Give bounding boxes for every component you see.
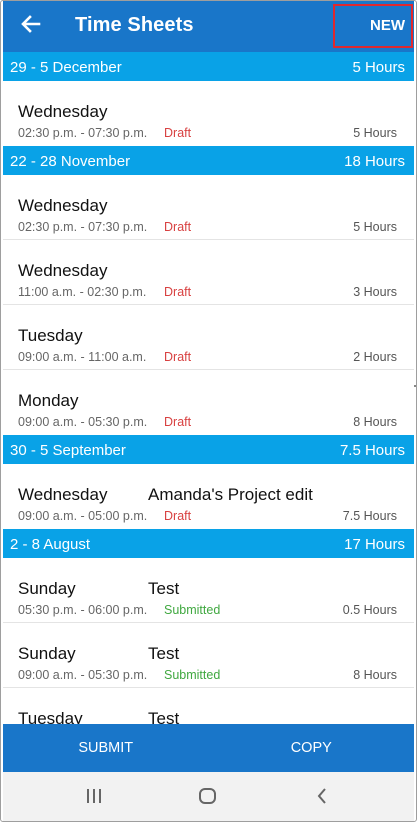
timesheet-entry[interactable]: Wednesday 02:30 p.m. - 07:30 p.m. Draft 5 H… xyxy=(3,81,414,146)
entry-status: Submitted xyxy=(164,668,221,682)
entry-project: Test xyxy=(148,709,180,724)
home-icon[interactable] xyxy=(195,784,221,808)
week-header: 2 - 8 August 17 Hours xyxy=(3,529,414,558)
entry-status: Draft xyxy=(164,220,192,234)
entry-status: Submitted xyxy=(164,603,221,617)
week-total-hours: 18 Hours xyxy=(344,152,405,170)
week-range: 30 - 5 September xyxy=(10,441,126,459)
entry-day: Wednesday xyxy=(18,196,108,215)
timesheet-entry[interactable]: Tuesday Test xyxy=(3,688,414,724)
entry-status: Draft xyxy=(164,415,192,429)
week-header: 22 - 28 November 18 Hours xyxy=(3,146,414,175)
week-total-hours: 17 Hours xyxy=(344,535,405,553)
entry-day: Monday xyxy=(18,391,79,410)
new-button[interactable]: NEW xyxy=(333,4,413,48)
timesheet-entry[interactable]: Sunday Test 05:30 p.m. - 06:00 p.m. Submitt… xyxy=(3,558,414,623)
timesheet-entry[interactable]: Wednesday Amanda's Project edit 09:00 a.m.… xyxy=(3,464,414,529)
entry-status: Draft xyxy=(164,509,192,523)
timesheet-entry[interactable]: Wednesday 02:30 p.m. - 07:30 p.m. Draft 5 H… xyxy=(3,175,414,240)
nav-back-icon[interactable] xyxy=(309,784,335,808)
timesheet-entry[interactable]: Sunday Test 09:00 a.m. - 05:30 p.m. Submitt… xyxy=(3,623,414,688)
entry-time-range: 02:30 p.m. - 07:30 p.m. xyxy=(18,220,148,234)
entry-time-range: 09:00 a.m. - 05:00 p.m. xyxy=(18,509,148,523)
week-header: 29 - 5 December 5 Hours xyxy=(3,52,414,81)
entry-day: Wednesday xyxy=(18,261,108,280)
entry-day: Sunday xyxy=(18,579,76,598)
entry-day: Wednesday xyxy=(18,485,108,504)
entry-status: Draft xyxy=(164,350,192,364)
entry-status: Draft xyxy=(164,126,192,140)
entry-time-range: 02:30 p.m. - 07:30 p.m. xyxy=(18,126,148,140)
submit-button[interactable]: SUBMIT xyxy=(3,724,209,772)
entry-time-range: 09:00 a.m. - 11:00 a.m. xyxy=(18,350,147,364)
phone-frame: Time Sheets NEW 29 - 5 December 5 Hours We… xyxy=(0,0,417,822)
action-bar: SUBMIT COPY xyxy=(3,724,414,772)
entry-time-range: 11:00 a.m. - 02:30 p.m. xyxy=(18,285,147,299)
entry-time-range: 05:30 p.m. - 06:00 p.m. xyxy=(18,603,148,617)
entry-hours: 0.5 Hours xyxy=(342,603,397,617)
recents-icon[interactable] xyxy=(81,784,107,808)
page-title: Time Sheets xyxy=(75,14,194,36)
week-total-hours: 7.5 Hours xyxy=(339,441,405,459)
week-range: 2 - 8 August xyxy=(10,535,91,553)
entry-time-range: 09:00 a.m. - 05:30 p.m. xyxy=(18,668,148,682)
entry-hours: 8 Hours xyxy=(353,668,397,682)
arrow-left-icon[interactable] xyxy=(18,11,44,37)
timesheet-entry[interactable]: Wednesday 11:00 a.m. - 02:30 p.m. Draft 3 H… xyxy=(3,240,414,305)
entry-hours: 7.5 Hours xyxy=(342,509,397,523)
week-range: 29 - 5 December xyxy=(10,58,122,76)
week-header: 30 - 5 September 7.5 Hours xyxy=(3,435,414,464)
entry-project: Test xyxy=(148,644,180,663)
entry-hours: 5 Hours xyxy=(353,126,397,140)
entry-day: Tuesday xyxy=(18,326,83,345)
system-nav-bar xyxy=(3,772,414,821)
entry-status: Draft xyxy=(164,285,192,299)
entry-hours: 5 Hours xyxy=(353,220,397,234)
scroll-indicator xyxy=(414,385,416,387)
entry-time-range: 09:00 a.m. - 05:30 p.m. xyxy=(18,415,148,429)
entry-project: Test xyxy=(148,579,180,598)
app-bar: Time Sheets NEW xyxy=(3,1,414,52)
entry-day: Tuesday xyxy=(18,709,83,724)
week-range: 22 - 28 November xyxy=(10,152,131,170)
entry-day: Sunday xyxy=(18,644,76,663)
timesheet-entry[interactable]: Tuesday 09:00 a.m. - 11:00 a.m. Draft 2 Hou… xyxy=(3,305,414,370)
week-total-hours: 5 Hours xyxy=(352,58,405,76)
timesheet-entry[interactable]: Monday 09:00 a.m. - 05:30 p.m. Draft 8 Hour… xyxy=(3,370,414,435)
entry-project: Amanda's Project edit xyxy=(148,485,313,504)
entry-hours: 8 Hours xyxy=(353,415,397,429)
copy-button[interactable]: COPY xyxy=(209,724,415,772)
entry-hours: 2 Hours xyxy=(353,350,397,364)
timesheet-list[interactable]: 29 - 5 December 5 Hours Wednesday 02:30 p.m… xyxy=(3,52,414,724)
entry-hours: 3 Hours xyxy=(353,285,397,299)
entry-day: Wednesday xyxy=(18,102,108,121)
